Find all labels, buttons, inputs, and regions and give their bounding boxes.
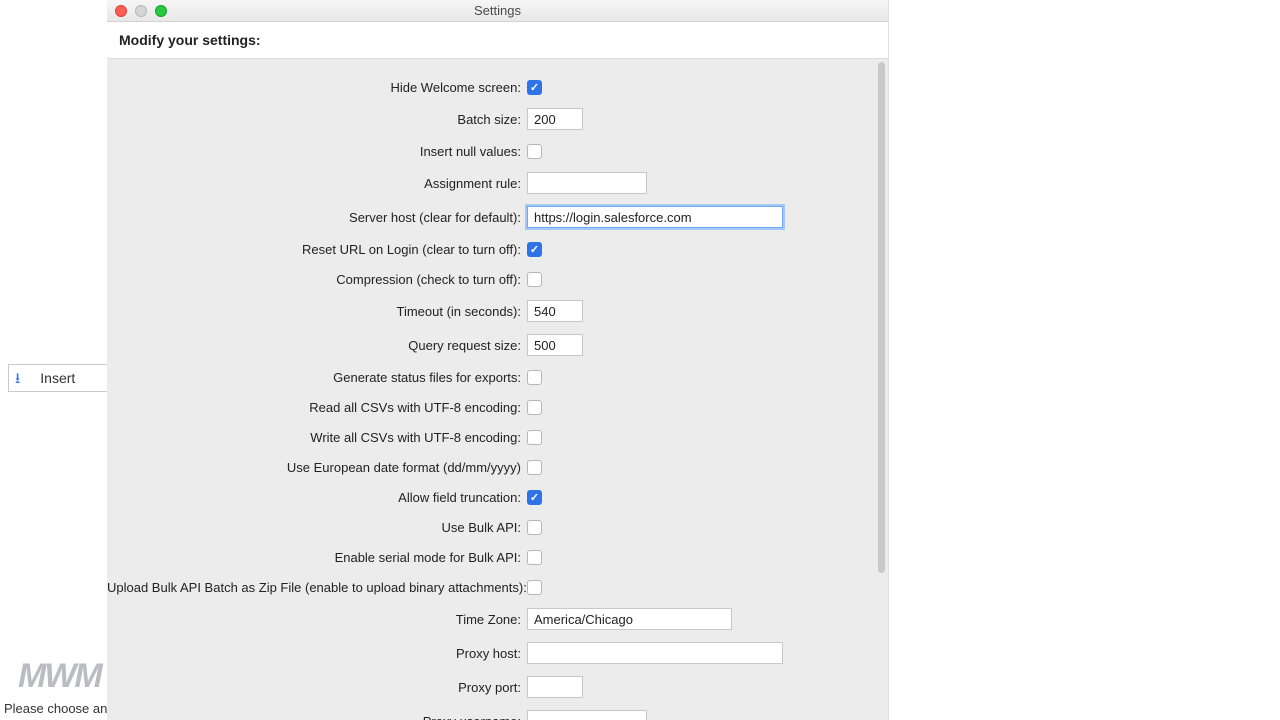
label-timeout: Timeout (in seconds): (107, 304, 527, 319)
input-query_request_size[interactable] (527, 334, 583, 356)
scrollbar-thumb[interactable] (878, 62, 885, 573)
input-time_zone[interactable] (527, 608, 732, 630)
setting-row-query_request_size: Query request size: (107, 333, 876, 357)
checkbox-gen_status_files[interactable] (527, 370, 542, 385)
setting-row-serial_bulk: Enable serial mode for Bulk API: (107, 547, 876, 567)
checkbox-read_utf8[interactable] (527, 400, 542, 415)
control-wrap-hide_welcome (527, 80, 876, 95)
setting-row-proxy_port: Proxy port: (107, 675, 876, 699)
settings-window: Settings Modify your settings: Hide Welc… (107, 0, 889, 720)
control-wrap-field_truncation (527, 490, 876, 505)
checkbox-field_truncation[interactable] (527, 490, 542, 505)
input-server_host[interactable] (527, 206, 783, 228)
setting-row-insert_null: Insert null values: (107, 141, 876, 161)
control-wrap-assignment_rule (527, 172, 876, 194)
input-batch_size[interactable] (527, 108, 583, 130)
label-serial_bulk: Enable serial mode for Bulk API: (107, 550, 527, 565)
label-write_utf8: Write all CSVs with UTF-8 encoding: (107, 430, 527, 445)
label-compression: Compression (check to turn off): (107, 272, 527, 287)
label-server_host: Server host (clear for default): (107, 210, 527, 225)
label-euro_date: Use European date format (dd/mm/yyyy) (107, 460, 527, 475)
setting-row-bulk_zip: Upload Bulk API Batch as Zip File (enabl… (107, 577, 876, 597)
label-hide_welcome: Hide Welcome screen: (107, 80, 527, 95)
label-gen_status_files: Generate status files for exports: (107, 370, 527, 385)
setting-row-field_truncation: Allow field truncation: (107, 487, 876, 507)
control-wrap-server_host (527, 206, 876, 228)
watermark-logo: MWM (18, 657, 101, 696)
checkbox-hide_welcome[interactable] (527, 80, 542, 95)
setting-row-euro_date: Use European date format (dd/mm/yyyy) (107, 457, 876, 477)
control-wrap-time_zone (527, 608, 876, 630)
setting-row-assignment_rule: Assignment rule: (107, 171, 876, 195)
setting-row-timeout: Timeout (in seconds): (107, 299, 876, 323)
label-time_zone: Time Zone: (107, 612, 527, 627)
control-wrap-use_bulk_api (527, 520, 876, 535)
control-wrap-proxy_host (527, 642, 876, 664)
status-text: Please choose an (4, 701, 107, 716)
control-wrap-reset_url (527, 242, 876, 257)
checkbox-euro_date[interactable] (527, 460, 542, 475)
setting-row-time_zone: Time Zone: (107, 607, 876, 631)
setting-row-use_bulk_api: Use Bulk API: (107, 517, 876, 537)
control-wrap-serial_bulk (527, 550, 876, 565)
control-wrap-compression (527, 272, 876, 287)
window-title: Settings (107, 3, 888, 18)
label-reset_url: Reset URL on Login (clear to turn off): (107, 242, 527, 257)
label-field_truncation: Allow field truncation: (107, 490, 527, 505)
label-query_request_size: Query request size: (107, 338, 527, 353)
form-area: Hide Welcome screen: Batch size: Insert nu… (107, 59, 888, 720)
page-title: Modify your settings: (107, 22, 888, 59)
control-wrap-read_utf8 (527, 400, 876, 415)
titlebar: Settings (107, 0, 888, 22)
setting-row-gen_status_files: Generate status files for exports: (107, 367, 876, 387)
setting-row-reset_url: Reset URL on Login (clear to turn off): (107, 239, 876, 259)
label-proxy_host: Proxy host: (107, 646, 527, 661)
checkbox-reset_url[interactable] (527, 242, 542, 257)
form-rows: Hide Welcome screen: Batch size: Insert nu… (107, 59, 876, 720)
input-assignment_rule[interactable] (527, 172, 647, 194)
control-wrap-proxy_username (527, 710, 876, 720)
label-batch_size: Batch size: (107, 112, 527, 127)
control-wrap-write_utf8 (527, 430, 876, 445)
label-read_utf8: Read all CSVs with UTF-8 encoding: (107, 400, 527, 415)
checkbox-write_utf8[interactable] (527, 430, 542, 445)
control-wrap-euro_date (527, 460, 876, 475)
app-root: ⭳ Insert MWM Please choose an Settings M… (0, 0, 1280, 720)
checkbox-use_bulk_api[interactable] (527, 520, 542, 535)
control-wrap-batch_size (527, 108, 876, 130)
input-timeout[interactable] (527, 300, 583, 322)
label-bulk_zip: Upload Bulk API Batch as Zip File (enabl… (107, 580, 527, 595)
setting-row-write_utf8: Write all CSVs with UTF-8 encoding: (107, 427, 876, 447)
download-icon: ⭳ (15, 371, 20, 386)
label-assignment_rule: Assignment rule: (107, 176, 527, 191)
label-use_bulk_api: Use Bulk API: (107, 520, 527, 535)
setting-row-hide_welcome: Hide Welcome screen: (107, 77, 876, 97)
setting-row-proxy_username: Proxy username: (107, 709, 876, 720)
setting-row-server_host: Server host (clear for default): (107, 205, 876, 229)
checkbox-compression[interactable] (527, 272, 542, 287)
control-wrap-timeout (527, 300, 876, 322)
label-insert_null: Insert null values: (107, 144, 527, 159)
checkbox-serial_bulk[interactable] (527, 550, 542, 565)
input-proxy_host[interactable] (527, 642, 783, 664)
label-proxy_port: Proxy port: (107, 680, 527, 695)
control-wrap-insert_null (527, 144, 876, 159)
scrollbar[interactable] (878, 62, 885, 717)
insert-button-label: Insert (40, 370, 75, 386)
control-wrap-gen_status_files (527, 370, 876, 385)
control-wrap-query_request_size (527, 334, 876, 356)
checkbox-bulk_zip[interactable] (527, 580, 542, 595)
input-proxy_port[interactable] (527, 676, 583, 698)
control-wrap-bulk_zip (527, 580, 876, 595)
setting-row-read_utf8: Read all CSVs with UTF-8 encoding: (107, 397, 876, 417)
input-proxy_username[interactable] (527, 710, 647, 720)
label-proxy_username: Proxy username: (107, 714, 527, 720)
setting-row-compression: Compression (check to turn off): (107, 269, 876, 289)
setting-row-proxy_host: Proxy host: (107, 641, 876, 665)
control-wrap-proxy_port (527, 676, 876, 698)
setting-row-batch_size: Batch size: (107, 107, 876, 131)
checkbox-insert_null[interactable] (527, 144, 542, 159)
